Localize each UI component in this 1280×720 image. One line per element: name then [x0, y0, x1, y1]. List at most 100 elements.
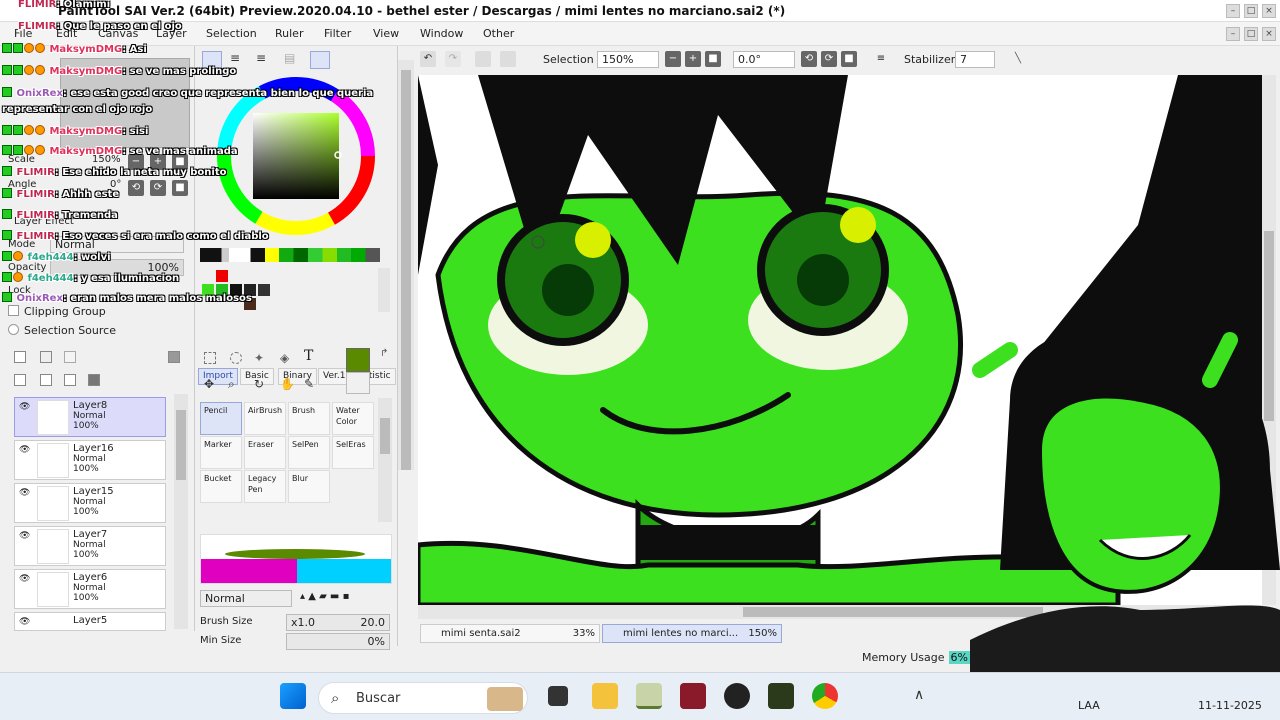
layer-item[interactable]: 👁 Layer8 Normal 100%: [14, 397, 166, 437]
menu-filter[interactable]: Filter: [324, 27, 351, 40]
swap-colors-icon[interactable]: ↱: [380, 348, 388, 359]
zoom-reset-button[interactable]: ■: [705, 51, 721, 67]
palette-scrollbar[interactable]: [378, 268, 390, 312]
tool-brush[interactable]: Brush: [288, 402, 330, 435]
new-folder-icon[interactable]: [40, 351, 52, 363]
menu-other[interactable]: Other: [483, 27, 514, 40]
tool-panel-scrollbar[interactable]: [398, 60, 414, 470]
search-box[interactable]: ⌕ Buscar: [318, 682, 528, 714]
scrollbar-thumb[interactable]: [401, 70, 411, 470]
tool-legacy-pen[interactable]: Legacy Pen: [244, 470, 286, 503]
clock-date[interactable]: 11-11-2025: [1198, 699, 1262, 712]
app-icon-dark[interactable]: [768, 683, 794, 709]
clear-layer-icon[interactable]: [64, 374, 76, 386]
magic-wand-icon[interactable]: ✦: [254, 351, 264, 365]
stabilizer-field[interactable]: 7: [955, 51, 995, 68]
text-icon[interactable]: T: [304, 348, 313, 364]
rotate-reset-button[interactable]: ■: [841, 51, 857, 67]
hsv-slider-mode-icon[interactable]: ≡: [256, 51, 272, 69]
file-explorer-icon[interactable]: [592, 683, 618, 709]
brush-mode-select[interactable]: Normal: [200, 590, 292, 607]
file-tab[interactable]: mimi senta.sai2 33%: [420, 624, 600, 643]
zoom-in-button[interactable]: +: [685, 51, 701, 67]
invert-selection-icon[interactable]: [500, 51, 516, 67]
angle-rotate-left-button[interactable]: ⟲: [128, 180, 144, 196]
palette-swatch[interactable]: [258, 284, 270, 296]
angle-rotate-right-button[interactable]: ⟳: [150, 180, 166, 196]
brush-shape-selector[interactable]: ▴ ▲ ▰ ▬ ▪: [300, 591, 390, 606]
tool-marker[interactable]: Marker: [200, 436, 242, 469]
close-button[interactable]: ×: [1262, 4, 1276, 18]
menu-selection[interactable]: Selection: [206, 27, 257, 40]
select-rect-icon[interactable]: [204, 352, 216, 364]
menu-view[interactable]: View: [373, 27, 399, 40]
maximize-button[interactable]: □: [1244, 4, 1258, 18]
doc-restore-button[interactable]: □: [1244, 27, 1258, 41]
new-linework-icon[interactable]: [64, 351, 76, 363]
tool-pencil[interactable]: Pencil: [200, 402, 242, 435]
color-swatch-strip[interactable]: [200, 248, 380, 262]
tool-blur[interactable]: Blur: [288, 470, 330, 503]
min-size-slider[interactable]: 0%: [286, 633, 390, 650]
tool-selpen[interactable]: SelPen: [288, 436, 330, 469]
rotate-tool-icon[interactable]: ↻: [254, 377, 264, 391]
fill-icon[interactable]: ◈: [280, 351, 289, 365]
hand-tool-icon[interactable]: ✋: [280, 377, 295, 391]
eye-icon[interactable]: 👁: [19, 402, 30, 412]
flip-icon[interactable]: ≡: [873, 51, 889, 67]
move-icon[interactable]: ✥: [204, 377, 214, 391]
eye-icon[interactable]: 👁: [19, 445, 30, 455]
eye-icon[interactable]: 👁: [19, 488, 30, 498]
tool-bucket[interactable]: Bucket: [200, 470, 242, 503]
windows-start-icon[interactable]: [280, 683, 306, 709]
language-indicator[interactable]: LAA: [1078, 699, 1100, 712]
layer-item[interactable]: 👁 Layer15 Normal 100%: [14, 483, 166, 523]
menu-window[interactable]: Window: [420, 27, 463, 40]
palette-swatch[interactable]: [216, 270, 228, 282]
undo-icon[interactable]: ↶: [420, 51, 436, 67]
painttool-sai-icon[interactable]: [636, 683, 662, 709]
brush-size-slider[interactable]: x1.0 20.0: [286, 614, 390, 631]
palette-mode-icon[interactable]: ▤: [284, 51, 300, 69]
merge-down-icon[interactable]: [14, 374, 26, 386]
copy-layer-icon[interactable]: [40, 374, 52, 386]
layer-item[interactable]: 👁 Layer7 Normal 100%: [14, 526, 166, 566]
layer-item[interactable]: 👁 Layer6 Normal 100%: [14, 569, 166, 609]
menu-ruler[interactable]: Ruler: [275, 27, 303, 40]
rotate-right-button[interactable]: ⟳: [821, 51, 837, 67]
zoom-tool-icon[interactable]: ⌕: [228, 377, 235, 392]
layer-list-scrollbar-thumb[interactable]: [176, 410, 186, 480]
file-tab[interactable]: mimi lentes no marci... 150%: [602, 624, 782, 643]
app-icon-red[interactable]: [680, 683, 706, 709]
line-tool-icon[interactable]: ╲: [1010, 51, 1026, 67]
redo-icon[interactable]: ↷: [445, 51, 461, 67]
doc-close-button[interactable]: ×: [1262, 27, 1276, 41]
selection-source-checkbox[interactable]: [8, 324, 19, 335]
chrome-icon[interactable]: [812, 683, 838, 709]
layer-settings-icon[interactable]: [168, 351, 180, 363]
clipping-checkbox[interactable]: [8, 305, 19, 316]
eyedropper-icon[interactable]: ✎: [304, 377, 314, 391]
zoom-field[interactable]: 150%: [597, 51, 659, 68]
layer-list-scrollbar[interactable]: [174, 394, 188, 629]
tray-chevron-icon[interactable]: ∧: [914, 687, 924, 703]
minimize-button[interactable]: –: [1226, 4, 1240, 18]
doc-minimize-button[interactable]: –: [1226, 27, 1240, 41]
tool-list-scrollbar[interactable]: [378, 398, 392, 522]
scratchpad-mode-icon[interactable]: [310, 51, 330, 69]
main-color-swatch[interactable]: [346, 348, 370, 372]
eye-icon[interactable]: 👁: [19, 574, 30, 584]
angle-reset-button[interactable]: ■: [172, 180, 188, 196]
secondary-color-swatch[interactable]: [346, 372, 370, 394]
zoom-out-button[interactable]: −: [665, 51, 681, 67]
eye-icon[interactable]: 👁: [19, 531, 30, 541]
eye-icon[interactable]: 👁: [19, 617, 30, 627]
layer-item[interactable]: 👁 Layer5: [14, 612, 166, 631]
obs-icon[interactable]: [724, 683, 750, 709]
deselect-icon[interactable]: [475, 51, 491, 67]
layer-item[interactable]: 👁 Layer16 Normal 100%: [14, 440, 166, 480]
rotate-left-button[interactable]: ⟲: [801, 51, 817, 67]
task-view-icon[interactable]: [548, 686, 568, 706]
tool-seleras[interactable]: SelEras: [332, 436, 374, 469]
angle-field[interactable]: 0.0°: [733, 51, 795, 68]
